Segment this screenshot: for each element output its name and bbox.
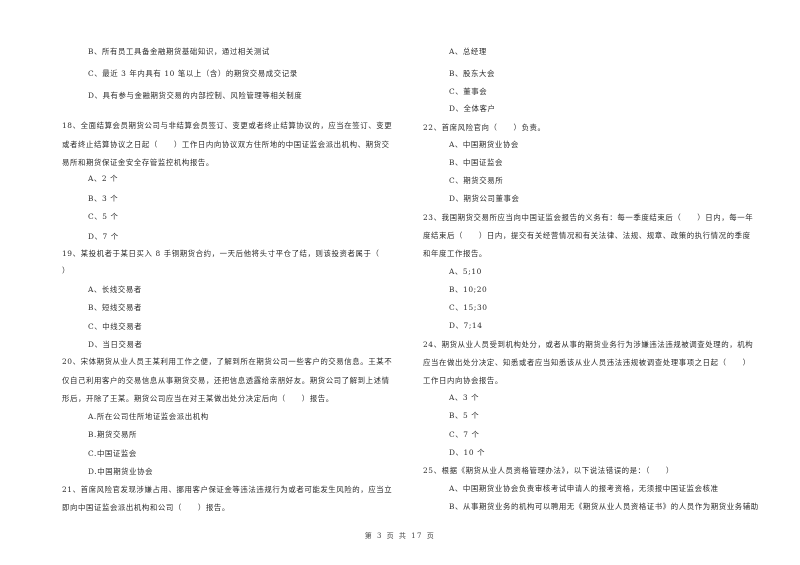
answer-option: D、当日交易者	[88, 340, 143, 349]
answer-option: C、5 个	[88, 212, 119, 221]
answer-option: A、中国期货业协会	[449, 140, 519, 149]
answer-option: B、从事期货业务的机构可以聘用无《期货从业人员资格证书》的人员作为期货业务辅助	[449, 502, 759, 511]
answer-option: C、中线交易者	[88, 322, 143, 331]
answer-option: A、中国期货业协会负责审核考试申请人的报考资格，无须报中国证监会核准	[449, 484, 719, 493]
question-text: 和年度工作报告。	[423, 249, 487, 258]
answer-option: B、所有员工具备金融期货基础知识，通过相关测试	[88, 47, 270, 56]
answer-option: B、股东大会	[449, 69, 495, 78]
answer-option: A、2 个	[88, 174, 119, 183]
answer-option: A、总经理	[449, 47, 487, 56]
question-text: 即向中国证监会派出机构和公司（ ）报告。	[62, 503, 230, 512]
answer-option: D、期货公司董事会	[449, 194, 520, 203]
answer-option: C、15;30	[449, 303, 488, 312]
answer-option: B、短线交易者	[88, 303, 142, 312]
question-text: 20、宋体期货从业人员王某利用工作之便，了解到所在期货公司一些客户的交易信息。王…	[62, 357, 393, 366]
answer-option: A、3 个	[449, 393, 480, 402]
answer-option: A.所在公司住所地证监会派出机构	[88, 412, 209, 421]
answer-option: C、最近 3 年内具有 10 笔以上（含）的期货交易成交记录	[88, 69, 298, 78]
question-text: 21、首席风险官发现涉嫌占用、挪用客户保证金等违法违规行为或者可能发生风险的，应…	[62, 485, 393, 494]
question-text: ）	[62, 266, 70, 275]
answer-option: D、具有参与金融期货交易的内部控制、风险管理等相关制度	[88, 91, 303, 100]
question-text: 易所和期货保证金安全存管监控机构报告。	[62, 158, 214, 167]
answer-option: B、3 个	[88, 194, 119, 203]
answer-option: B、10;20	[449, 285, 488, 294]
answer-option: D、7;14	[449, 321, 483, 330]
answer-option: A、长线交易者	[88, 285, 142, 294]
answer-option: D、全体客户	[449, 104, 496, 113]
answer-option: C、董事会	[449, 87, 488, 96]
answer-option: C、期货交易所	[449, 176, 504, 185]
question-text: 25、根据《期货从业人员资格管理办法》，以下说法错误的是：（ ）	[423, 466, 674, 475]
question-text: 或者终止结算协议之日起（ ）工作日内向协议双方住所地的中国证监会派出机构、期货交	[62, 140, 390, 149]
document-page: B、所有员工具备金融期货基础知识，通过相关测试 C、最近 3 年内具有 10 笔以…	[0, 0, 800, 565]
answer-option: D、7 个	[88, 232, 119, 241]
question-text: 24、期货从业人员受到机构处分，或者从事的期货业务行为涉嫌违法违规被调查处理的，…	[423, 340, 754, 349]
question-text: 18、全面结算会员期货公司与非结算会员签订、变更或者终止结算协议的，应当在签订、…	[62, 121, 393, 130]
question-text: 应当在做出处分决定、知悉或者应当知悉该从业人员违法违规被调查处理事项之日起（ ）	[423, 358, 751, 367]
question-text: 度结束后（ ）日内，提交有关经营情况和有关法律、法规、规章、政策的执行情况的季度	[423, 231, 751, 240]
question-text: 23、我国期货交易所应当向中国证监会报告的义务有：每一季度结束后（ ）日内，每一…	[423, 213, 754, 222]
page-footer: 第 3 页 共 17 页	[364, 532, 436, 540]
question-text: 形后，开除了王某。期货公司应当在对王某做出处分决定后向（ ）报告。	[62, 394, 334, 403]
answer-option: A、5;10	[449, 267, 482, 276]
answer-option: C.中国证监会	[88, 449, 137, 458]
answer-option: C、7 个	[449, 430, 480, 439]
question-text: 19、某投机者于某日买入 8 手铜期货合约，一天后他将头寸平仓了结，则该投资者属…	[62, 249, 380, 258]
answer-option: B.期货交易所	[88, 430, 137, 439]
question-text: 工作日内向协会报告。	[423, 376, 503, 385]
answer-option: B、中国证监会	[449, 158, 503, 167]
question-text: 22、首席风险官向（ ）负责。	[423, 123, 546, 132]
answer-option: B、5 个	[449, 411, 480, 420]
answer-option: D.中国期货业协会	[88, 467, 154, 476]
answer-option: D、10 个	[449, 448, 486, 457]
question-text: 仅自己利用客户的交易信息从事期货交易，还把信息透露给亲朋好友。期货公司了解到上述…	[62, 376, 390, 385]
